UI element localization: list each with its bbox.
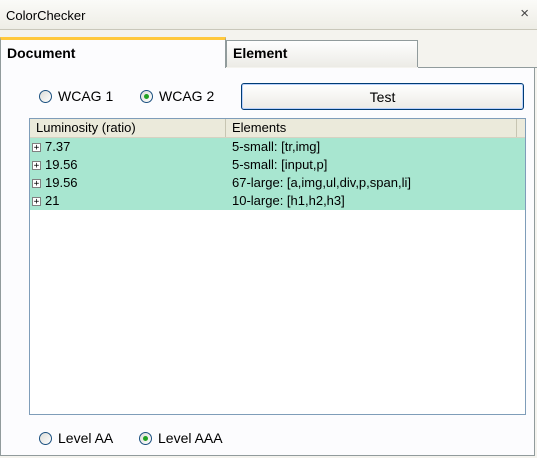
tab-element[interactable]: Element xyxy=(226,40,418,67)
expand-icon[interactable]: + xyxy=(32,160,41,170)
table-row[interactable]: +19.56 67-large: [a,img,ul,div,p,span,li] xyxy=(30,174,525,192)
wcag1-radio[interactable]: WCAG 1 xyxy=(39,88,113,104)
expand-icon[interactable]: + xyxy=(32,142,41,152)
table-header: Luminosity (ratio) Elements xyxy=(30,119,525,138)
level-aa-radio[interactable]: Level AA xyxy=(39,430,113,446)
level-aa-label: Level AA xyxy=(58,430,114,446)
ratio-cell: +19.56 xyxy=(30,174,226,192)
expand-icon[interactable]: + xyxy=(32,178,41,188)
title-bar: ColorChecker × xyxy=(0,0,537,30)
radio-checked-icon xyxy=(140,89,153,103)
wcag1-label: WCAG 1 xyxy=(58,88,114,104)
ratio-cell: +21 xyxy=(30,192,226,210)
column-header-luminosity[interactable]: Luminosity (ratio) xyxy=(30,119,226,137)
elements-cell: 10-large: [h1,h2,h3] xyxy=(232,193,345,208)
tab-strip: Document Element xyxy=(0,37,537,70)
close-icon[interactable]: × xyxy=(520,5,529,22)
ratio-value: 7.37 xyxy=(45,139,71,154)
test-button[interactable]: Test xyxy=(241,83,524,110)
window-title: ColorChecker xyxy=(6,8,86,23)
table-row[interactable]: +19.56 5-small: [input,p] xyxy=(30,156,525,174)
radio-unchecked-icon xyxy=(39,431,52,445)
tab-document[interactable]: Document xyxy=(0,37,226,68)
wcag2-label: WCAG 2 xyxy=(159,88,215,104)
ratio-value: 19.56 xyxy=(45,157,78,172)
ratio-value: 19.56 xyxy=(45,175,78,190)
table-body: +7.37 5-small: [tr,img] +19.56 5-small: [in… xyxy=(30,138,525,210)
document-panel: WCAG 1 WCAG 2 Test Luminosity (ratio) El… xyxy=(0,68,535,456)
table-row[interactable]: +7.37 5-small: [tr,img] xyxy=(30,138,525,156)
wcag2-radio[interactable]: WCAG 2 xyxy=(140,88,214,104)
expand-icon[interactable]: + xyxy=(32,196,41,206)
results-table[interactable]: Luminosity (ratio) Elements +7.37 5-small… xyxy=(29,118,526,415)
table-row[interactable]: +21 10-large: [h1,h2,h3] xyxy=(30,192,525,210)
ratio-value: 21 xyxy=(45,193,60,208)
elements-cell: 5-small: [input,p] xyxy=(232,157,328,172)
radio-unchecked-icon xyxy=(39,89,52,103)
ratio-cell: +7.37 xyxy=(30,138,226,156)
elements-cell: 67-large: [a,img,ul,div,p,span,li] xyxy=(232,175,411,190)
radio-checked-icon xyxy=(139,431,152,445)
column-header-elements[interactable]: Elements xyxy=(226,119,517,137)
level-aaa-radio[interactable]: Level AAA xyxy=(139,430,223,446)
ratio-cell: +19.56 xyxy=(30,156,226,174)
elements-cell: 5-small: [tr,img] xyxy=(232,139,321,154)
level-aaa-label: Level AAA xyxy=(158,430,223,446)
